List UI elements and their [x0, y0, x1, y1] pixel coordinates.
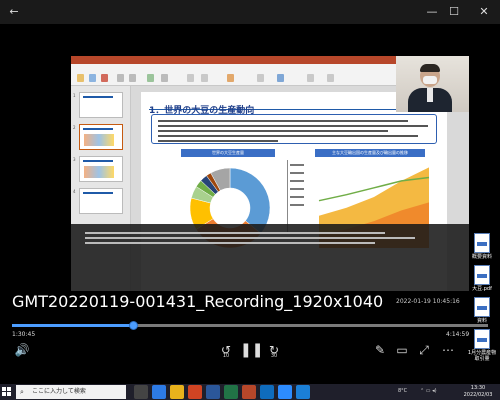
slide-bullet-box — [151, 114, 437, 144]
seek-bar[interactable] — [12, 321, 488, 330]
recording-timestamp: 2022-01-19 10:45:16 — [396, 298, 460, 305]
desktop-file-icon[interactable]: 1月分農産物取引量 — [466, 329, 498, 362]
taskbar-search-box[interactable]: ⌕ ここに入力して検索 — [16, 385, 126, 399]
seek-bar-thumb[interactable] — [129, 321, 139, 330]
desktop-file-icon[interactable]: 資料 — [466, 297, 498, 324]
slide-thumbnail-active[interactable]: 2 — [73, 124, 123, 150]
word-app-icon[interactable] — [206, 385, 220, 399]
slide-thumbnail[interactable]: 1 — [73, 92, 123, 118]
media-player-app-icon[interactable] — [296, 385, 310, 399]
skip-back-seconds: 10 — [222, 353, 230, 359]
search-placeholder: ここに入力して検索 — [32, 388, 86, 395]
more-options-icon[interactable]: ⋯ — [438, 340, 458, 360]
volume-icon[interactable]: 🔊 — [12, 340, 32, 360]
desktop-file-icon[interactable]: 大豆.pdf — [466, 265, 498, 292]
left-chart-header: 世界の大豆生産量 — [181, 149, 275, 157]
skip-back-button[interactable]: ↺ 10 — [216, 340, 236, 360]
temperature-readout[interactable]: 8°C — [398, 388, 407, 394]
ribbon-tools — [77, 74, 407, 84]
desktop-file-icon[interactable]: 概要資料 — [466, 233, 498, 260]
search-icon: ⌕ — [20, 388, 24, 396]
task-view-icon[interactable] — [134, 385, 148, 399]
media-player-window: ← — ☐ ✕ 概要資料 大豆.pdf 資料 1月分農産物取引量 1 2 3 4… — [0, 0, 500, 400]
office-app-icon[interactable] — [188, 385, 202, 399]
powerpoint-app-icon[interactable] — [242, 385, 256, 399]
taskbar-clock[interactable]: 13:30 2022/02/03 — [460, 385, 496, 399]
clock-date: 2022/02/03 — [463, 392, 493, 398]
back-arrow-icon[interactable]: ← — [6, 4, 22, 20]
outlook-app-icon[interactable] — [260, 385, 274, 399]
clock-time: 13:30 — [470, 385, 486, 391]
total-duration: 4:14:59 — [446, 331, 470, 338]
pause-button[interactable]: ❚❚ — [240, 340, 263, 360]
desktop-file-label: 1月分農産物取引量 — [467, 350, 497, 362]
file-explorer-icon[interactable] — [170, 385, 184, 399]
right-chart-header: 主な大豆輸出国の生産量及び輸出量の推移 — [315, 149, 425, 157]
close-button[interactable]: ✕ — [476, 4, 492, 20]
skip-forward-seconds: 30 — [270, 353, 278, 359]
webcam-overlay — [396, 56, 469, 112]
slide-thumbnail[interactable]: 4 — [73, 188, 123, 214]
current-time: 1:30:45 — [12, 331, 36, 338]
fullscreen-icon[interactable]: ⤢ — [414, 340, 434, 360]
video-caption-band — [71, 224, 469, 291]
video-file-title: GMT20220119-001431_Recording_1920x1040 — [12, 292, 384, 311]
title-bar: ← — ☐ ✕ — [0, 0, 500, 24]
windows-start-icon[interactable] — [2, 387, 12, 397]
pie-legend-table — [287, 160, 305, 232]
desktop-file-label: 大豆.pdf — [472, 286, 492, 292]
edge-browser-icon[interactable] — [152, 385, 166, 399]
maximize-button[interactable]: ☐ — [446, 4, 462, 20]
desktop-file-label: 概要資料 — [471, 254, 492, 260]
edit-pen-icon[interactable]: ✎ — [370, 340, 390, 360]
slide-thumbnail[interactable]: 3 — [73, 156, 123, 182]
windows-taskbar: ⌕ ここに入力して検索 8°C ⌃ ▭ ◂) 13:30 2022/02/03 — [0, 384, 500, 400]
seek-bar-progress — [12, 324, 134, 327]
video-frame[interactable]: 1 2 3 4 1．世界の大豆の生産動向 世界の大豆生産量 主な大豆輸出国の生産… — [71, 56, 469, 291]
cast-icon[interactable]: ▭ — [392, 340, 412, 360]
system-tray-icons[interactable]: ⌃ ▭ ◂) — [420, 388, 437, 394]
skip-forward-button[interactable]: ↻ 30 — [264, 340, 284, 360]
zoom-app-icon[interactable] — [278, 385, 292, 399]
minimize-button[interactable]: — — [424, 4, 440, 20]
excel-app-icon[interactable] — [224, 385, 238, 399]
